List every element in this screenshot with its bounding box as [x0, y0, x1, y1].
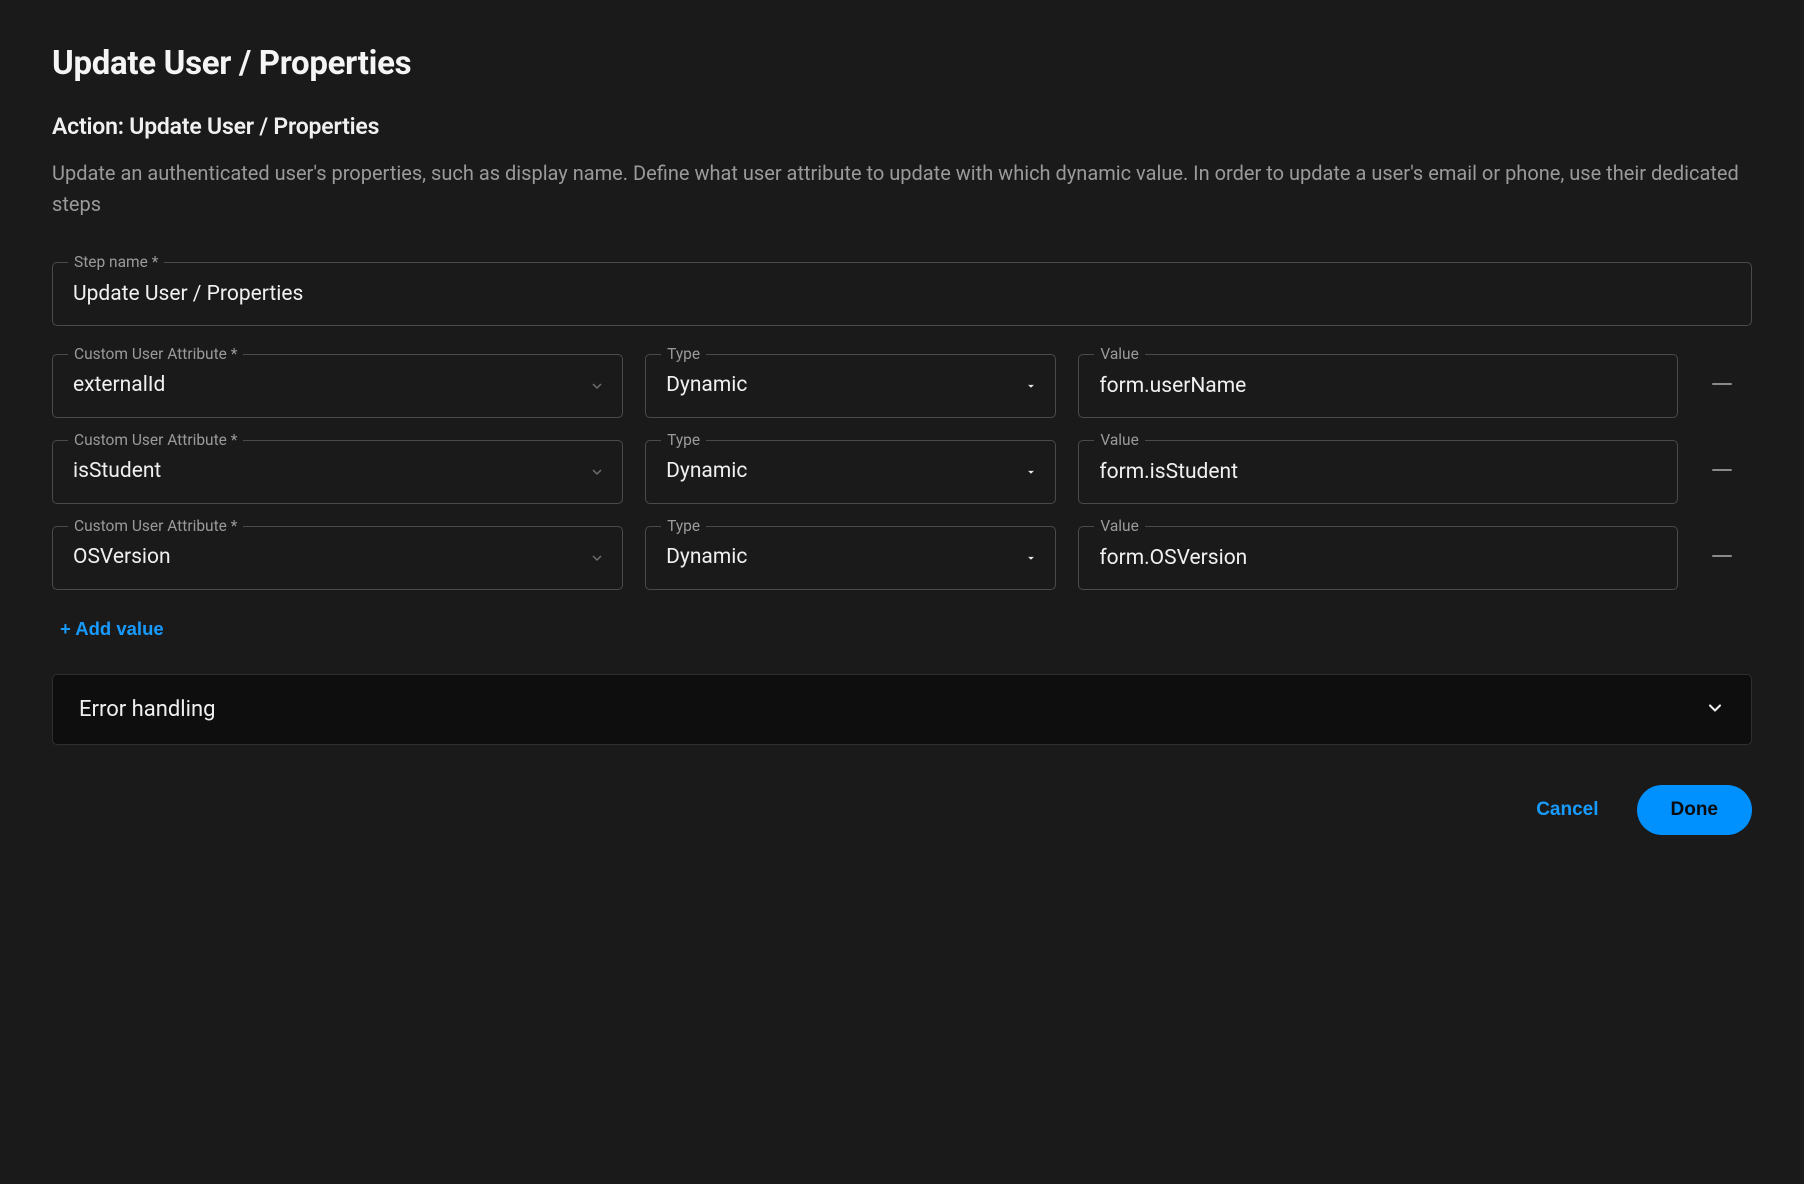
value-input[interactable] [1078, 354, 1678, 418]
value-input[interactable] [1078, 440, 1678, 504]
step-name-label: Step name * [68, 253, 164, 271]
attribute-row: Custom User Attribute * OSVersion Type D… [52, 526, 1752, 590]
value-field: Value [1078, 440, 1678, 504]
attribute-field: Custom User Attribute * isStudent [52, 440, 623, 504]
attribute-select[interactable]: OSVersion [52, 526, 623, 590]
remove-row-button[interactable] [1700, 534, 1744, 578]
dialog-footer: Cancel Done [1526, 785, 1752, 835]
attribute-row: Custom User Attribute * isStudent Type D… [52, 440, 1752, 504]
action-description: Update an authenticated user's propertie… [52, 158, 1752, 220]
type-field: Type Dynamic [645, 526, 1056, 590]
cancel-button[interactable]: Cancel [1526, 787, 1608, 833]
error-handling-accordion[interactable]: Error handling [52, 674, 1752, 745]
error-handling-label: Error handling [79, 697, 216, 722]
action-subtitle: Action: Update User / Properties [52, 113, 1752, 140]
attributes-rows: Custom User Attribute * externalId Type … [52, 354, 1752, 590]
value-label: Value [1094, 345, 1145, 363]
done-button[interactable]: Done [1637, 785, 1753, 835]
type-label: Type [661, 517, 706, 535]
type-field: Type Dynamic [645, 354, 1056, 418]
type-label: Type [661, 345, 706, 363]
add-value-button[interactable]: + Add value [52, 612, 172, 646]
attribute-select[interactable]: isStudent [52, 440, 623, 504]
attribute-row: Custom User Attribute * externalId Type … [52, 354, 1752, 418]
value-input[interactable] [1078, 526, 1678, 590]
minus-icon [1712, 469, 1732, 472]
type-field: Type Dynamic [645, 440, 1056, 504]
attribute-select[interactable]: externalId [52, 354, 623, 418]
value-label: Value [1094, 517, 1145, 535]
chevron-down-icon [1705, 698, 1725, 722]
minus-icon [1712, 383, 1732, 386]
dialog-title: Update User / Properties [52, 44, 1752, 83]
value-field: Value [1078, 354, 1678, 418]
attribute-label: Custom User Attribute * [68, 345, 243, 363]
type-select[interactable]: Dynamic [645, 440, 1056, 504]
type-select[interactable]: Dynamic [645, 526, 1056, 590]
remove-row-button[interactable] [1700, 362, 1744, 406]
update-user-properties-dialog: Update User / Properties Action: Update … [4, 4, 1800, 865]
value-label: Value [1094, 431, 1145, 449]
attribute-label: Custom User Attribute * [68, 431, 243, 449]
value-field: Value [1078, 526, 1678, 590]
step-name-field: Step name * [52, 262, 1752, 326]
attribute-label: Custom User Attribute * [68, 517, 243, 535]
step-name-input[interactable] [52, 262, 1752, 326]
attribute-field: Custom User Attribute * externalId [52, 354, 623, 418]
attribute-field: Custom User Attribute * OSVersion [52, 526, 623, 590]
type-select[interactable]: Dynamic [645, 354, 1056, 418]
remove-row-button[interactable] [1700, 448, 1744, 492]
minus-icon [1712, 555, 1732, 558]
type-label: Type [661, 431, 706, 449]
